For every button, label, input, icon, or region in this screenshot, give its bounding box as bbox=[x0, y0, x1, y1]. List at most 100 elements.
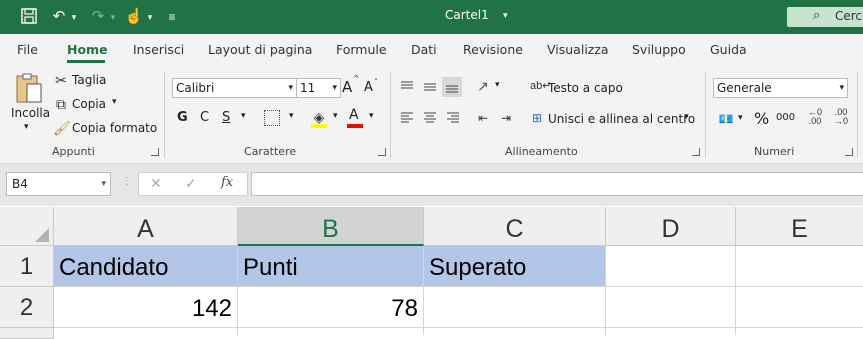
orientation-icon[interactable]: ↗ bbox=[475, 77, 491, 95]
tab-formulas[interactable]: Formule bbox=[336, 42, 387, 57]
formula-input[interactable] bbox=[251, 172, 863, 196]
underline-button[interactable]: S bbox=[222, 110, 230, 125]
align-left-icon[interactable] bbox=[400, 111, 414, 130]
align-center-icon[interactable] bbox=[423, 111, 437, 130]
name-box[interactable]: B4 ▾ bbox=[6, 172, 111, 196]
paste-button[interactable]: Incolla bbox=[11, 106, 50, 120]
cell-d3[interactable] bbox=[606, 328, 736, 335]
copy-icon[interactable]: ⧉ bbox=[53, 95, 69, 113]
accounting-format-icon[interactable]: 💶 bbox=[717, 110, 735, 128]
tab-review[interactable]: Revisione bbox=[463, 42, 523, 57]
decrease-decimal-icon[interactable]: .00 →0 bbox=[832, 108, 850, 126]
cell-b1[interactable]: Punti bbox=[238, 246, 424, 287]
search-box[interactable]: ⌕ Cerca bbox=[787, 7, 863, 27]
undo-dropdown-icon[interactable]: ▾ bbox=[69, 7, 79, 27]
font-name-select[interactable]: Calibri ▾ bbox=[172, 78, 297, 98]
cell-a3[interactable] bbox=[54, 328, 238, 335]
paste-dropdown-icon[interactable]: ▾ bbox=[24, 122, 29, 132]
tab-insert[interactable]: Inserisci bbox=[133, 42, 184, 57]
font-color-dropdown-icon[interactable]: ▾ bbox=[369, 111, 374, 121]
select-all-corner[interactable] bbox=[0, 207, 54, 246]
group-divider bbox=[857, 72, 858, 158]
cell-c1[interactable]: Superato bbox=[424, 246, 606, 287]
grow-font-button[interactable]: A bbox=[342, 78, 352, 96]
cell-a1[interactable]: Candidato bbox=[54, 246, 238, 287]
align-middle-icon[interactable] bbox=[423, 80, 437, 99]
font-color-button[interactable]: A bbox=[349, 107, 359, 123]
format-painter-icon[interactable]: 🖌 bbox=[53, 119, 71, 137]
merge-center-button[interactable]: Unisci e allinea al centro bbox=[548, 112, 695, 126]
tab-page-layout[interactable]: Layout di pagina bbox=[208, 42, 312, 57]
borders-dropdown-icon[interactable]: ▾ bbox=[289, 111, 294, 121]
name-box-value: B4 bbox=[12, 177, 28, 191]
accounting-dropdown-icon[interactable]: ▾ bbox=[738, 113, 743, 123]
align-top-icon[interactable] bbox=[400, 80, 414, 99]
wrap-text-icon[interactable]: ab↵ bbox=[530, 77, 551, 95]
chevron-down-icon: ▾ bbox=[332, 83, 337, 93]
copy-button[interactable]: Copia bbox=[72, 97, 106, 111]
tab-view[interactable]: Visualizza bbox=[547, 42, 609, 57]
decrease-indent-icon[interactable]: ⇤ bbox=[475, 109, 491, 127]
clipboard-launcher-icon[interactable] bbox=[151, 148, 159, 156]
number-group-label: Numeri bbox=[754, 145, 795, 158]
bold-button[interactable]: G bbox=[177, 110, 188, 125]
column-header-e[interactable]: E bbox=[736, 207, 863, 246]
cell-b3[interactable] bbox=[238, 328, 424, 335]
tab-home[interactable]: Home bbox=[67, 42, 108, 57]
cell-b2[interactable]: 78 bbox=[238, 287, 424, 328]
alignment-launcher-icon[interactable] bbox=[692, 148, 700, 156]
underline-dropdown-icon[interactable]: ▾ bbox=[241, 111, 246, 121]
row-header-1[interactable]: 1 bbox=[0, 246, 54, 287]
cut-icon[interactable]: ✂ bbox=[53, 71, 69, 89]
cell-e1[interactable] bbox=[736, 246, 863, 287]
italic-button[interactable]: C bbox=[200, 110, 209, 125]
borders-icon[interactable] bbox=[264, 110, 280, 126]
number-format-select[interactable]: Generale ▾ bbox=[713, 78, 848, 98]
row-header-2[interactable]: 2 bbox=[0, 287, 54, 328]
copy-dropdown-icon[interactable]: ▾ bbox=[112, 97, 117, 107]
font-launcher-icon[interactable] bbox=[378, 148, 386, 156]
touch-mode-icon[interactable]: ☝ bbox=[124, 7, 144, 27]
row-header-3[interactable] bbox=[0, 328, 54, 339]
cell-d1[interactable] bbox=[606, 246, 736, 287]
increase-decimal-icon[interactable]: ←0.00 bbox=[806, 108, 824, 126]
merge-dropdown-icon[interactable]: ▾ bbox=[684, 112, 689, 122]
column-header-a[interactable]: A bbox=[54, 207, 238, 246]
cell-e2[interactable] bbox=[736, 287, 863, 328]
column-header-b[interactable]: B bbox=[238, 207, 424, 246]
column-header-c[interactable]: C bbox=[424, 207, 606, 246]
increase-indent-icon[interactable]: ⇥ bbox=[498, 109, 514, 127]
undo-icon[interactable]: ↶ bbox=[49, 7, 69, 27]
title-dropdown-icon[interactable]: ▾ bbox=[503, 10, 508, 21]
tab-data[interactable]: Dati bbox=[411, 42, 437, 57]
align-bottom-button[interactable] bbox=[442, 77, 462, 97]
percent-button[interactable]: % bbox=[754, 109, 769, 128]
wrap-text-button[interactable]: Testo a capo bbox=[548, 81, 623, 95]
paste-icon[interactable] bbox=[14, 72, 44, 106]
tab-help[interactable]: Guida bbox=[710, 42, 747, 57]
customize-toolbar-icon[interactable]: ≡ bbox=[164, 7, 180, 27]
tab-developer[interactable]: Sviluppo bbox=[632, 42, 686, 57]
cut-button[interactable]: Taglia bbox=[72, 73, 106, 87]
format-painter-button[interactable]: Copia formato bbox=[72, 121, 157, 135]
tab-file[interactable]: File bbox=[17, 42, 38, 57]
merge-center-icon[interactable]: ⊞ bbox=[529, 109, 545, 127]
align-right-icon[interactable] bbox=[446, 111, 460, 130]
cell-c3[interactable] bbox=[424, 328, 606, 335]
cell-c2[interactable] bbox=[424, 287, 606, 328]
touch-dropdown-icon[interactable]: ▾ bbox=[145, 7, 155, 27]
grow-font-caret-icon: ^ bbox=[353, 74, 360, 83]
comma-style-button[interactable]: 000 bbox=[776, 112, 795, 123]
column-header-d[interactable]: D bbox=[606, 207, 736, 246]
cell-d2[interactable] bbox=[606, 287, 736, 328]
cell-a2[interactable]: 142 bbox=[54, 287, 238, 328]
fill-color-dropdown-icon[interactable]: ▾ bbox=[333, 111, 338, 121]
insert-function-button[interactable]: fx bbox=[221, 175, 233, 190]
orientation-dropdown-icon[interactable]: ▾ bbox=[495, 80, 500, 90]
font-size-select[interactable]: 11 ▾ bbox=[296, 78, 341, 98]
cell-e3[interactable] bbox=[736, 328, 863, 335]
number-launcher-icon[interactable] bbox=[845, 148, 853, 156]
shrink-font-button[interactable]: A bbox=[364, 80, 373, 95]
save-icon[interactable] bbox=[18, 7, 40, 27]
confirm-entry-icon: ✓ bbox=[185, 175, 197, 191]
